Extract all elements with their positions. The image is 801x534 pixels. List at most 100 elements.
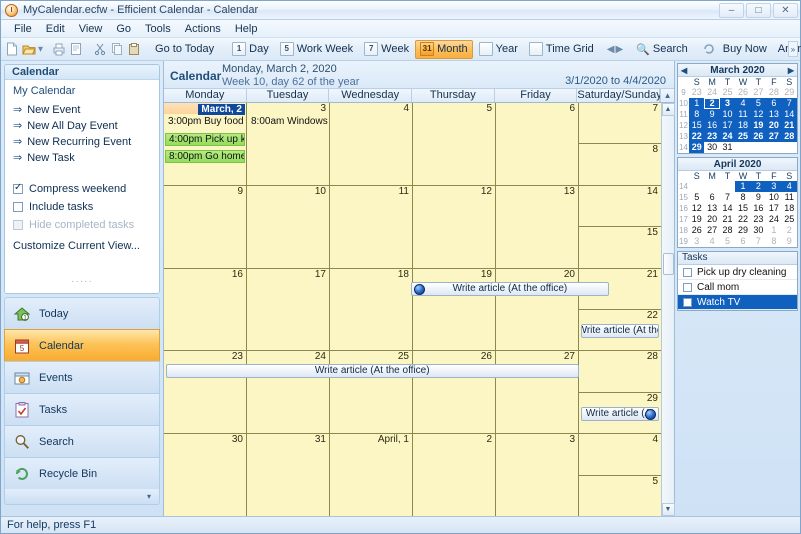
mini-calendar-day[interactable]: 30 — [704, 142, 719, 153]
day-cell-mar-9[interactable]: 9 — [164, 185, 247, 268]
sidebar-item-tasks[interactable]: Tasks — [4, 393, 160, 425]
view-work-week-button[interactable]: 5 Work Week — [275, 40, 358, 59]
mini-calendar-day[interactable]: 7 — [781, 98, 797, 109]
mini-calendar-day[interactable]: 28 — [766, 87, 781, 98]
open-file-button[interactable] — [21, 40, 37, 59]
mini-calendar-day[interactable]: 14 — [720, 203, 735, 214]
task-checkbox-icon[interactable] — [683, 297, 692, 307]
scroll-down-button[interactable]: ▼ — [661, 503, 675, 516]
mini-calendar-day[interactable]: 19 — [689, 214, 704, 225]
compress-weekend-checkbox[interactable]: Compress weekend — [11, 180, 153, 198]
header-scroll-up-icon[interactable]: ▲ — [660, 89, 675, 102]
mini-calendar-day[interactable]: 5 — [750, 98, 767, 109]
mini-calendar-day[interactable]: 16 — [704, 120, 720, 131]
column-header-wednesday[interactable]: Wednesday — [329, 89, 413, 102]
event-item[interactable]: 8:00am WindowsR — [248, 116, 328, 129]
mini-calendar-day[interactable]: 26 — [689, 225, 704, 236]
task-list-item[interactable]: Call mom — [678, 280, 797, 295]
mini-calendar-day[interactable]: 4 — [781, 181, 797, 192]
day-cell-mar-2[interactable]: March, 2 3:00pm Buy food i 4:00pm Pick u… — [164, 103, 247, 185]
mini-calendar-day[interactable]: 26 — [750, 131, 767, 142]
day-cell-mar-10[interactable]: 10 — [247, 185, 330, 268]
mini-calendar-day[interactable]: 29 — [735, 225, 750, 236]
mini-calendar-prev-button[interactable]: ◀ — [681, 66, 687, 75]
mini-calendar-day[interactable]: 3 — [719, 98, 736, 109]
mini-calendar-day[interactable]: 24 — [766, 214, 781, 225]
day-cell-apr-4[interactable]: 4 — [579, 434, 661, 476]
print-preview-button[interactable] — [68, 40, 84, 59]
close-button[interactable]: ✕ — [773, 2, 798, 18]
mini-calendar-day[interactable]: 12 — [750, 109, 767, 120]
cut-button[interactable] — [92, 40, 108, 59]
menu-help[interactable]: Help — [228, 22, 265, 36]
mini-calendar-day[interactable]: 18 — [782, 203, 797, 214]
minimize-button[interactable]: – — [719, 2, 744, 18]
mini-calendar-day[interactable]: 20 — [704, 214, 719, 225]
mini-calendar-day[interactable]: 13 — [704, 203, 719, 214]
mini-calendar-day[interactable]: 25 — [782, 214, 797, 225]
include-tasks-checkbox[interactable]: Include tasks — [11, 198, 153, 216]
mini-calendar-day[interactable]: 30 — [751, 225, 766, 236]
mini-calendar-day[interactable]: 10 — [719, 109, 736, 120]
sidebar-item-events[interactable]: Events — [4, 361, 160, 393]
day-cell-apr-3[interactable]: 3 — [496, 434, 579, 516]
day-cell-mar-30[interactable]: 30 — [164, 434, 247, 516]
new-task-link[interactable]: ⇒ New Task — [11, 150, 153, 166]
menu-file[interactable]: File — [7, 22, 39, 36]
column-header-friday[interactable]: Friday — [495, 89, 578, 102]
day-cell-mar-16[interactable]: 16 — [164, 268, 247, 351]
open-dropdown-arrow[interactable]: ▾ — [38, 40, 43, 59]
mini-calendar-day[interactable]: 5 — [720, 236, 735, 247]
scroll-up-button[interactable]: ▲ — [661, 103, 675, 116]
mini-calendar-day[interactable]: 25 — [735, 131, 751, 142]
day-cell-mar-15[interactable]: 15 — [579, 227, 661, 268]
event-span-item[interactable]: Write article (At the — [581, 324, 659, 338]
print-button[interactable] — [51, 40, 67, 59]
task-checkbox-icon[interactable] — [683, 282, 692, 292]
buy-now-button[interactable]: Buy Now — [718, 40, 772, 59]
mini-calendar-day[interactable]: 28 — [781, 131, 797, 142]
mini-calendar-day[interactable]: 3 — [689, 236, 704, 247]
day-cell-mar-22[interactable]: 22 Write article (At the — [579, 310, 661, 351]
next-period-button[interactable]: ▶ — [615, 40, 623, 59]
mini-calendar-day[interactable]: 8 — [689, 109, 705, 120]
mini-calendar-day[interactable]: 1 — [689, 98, 705, 109]
column-header-tuesday[interactable]: Tuesday — [247, 89, 330, 102]
mini-calendar-day[interactable]: 18 — [735, 120, 751, 131]
maximize-button[interactable]: □ — [746, 2, 771, 18]
menu-view[interactable]: View — [72, 22, 110, 36]
previous-period-button[interactable]: ◀ — [607, 40, 615, 59]
copy-button[interactable] — [109, 40, 125, 59]
event-item[interactable]: 8:00pm Go home — [165, 150, 245, 163]
mini-calendar-day[interactable]: 13 — [766, 109, 782, 120]
mini-calendar-day[interactable]: 9 — [704, 109, 720, 120]
mini-calendar-day[interactable]: 22 — [689, 131, 705, 142]
new-event-link[interactable]: ⇒ New Event — [11, 102, 153, 118]
view-month-button[interactable]: 31 Month — [415, 39, 473, 59]
mini-calendar-day[interactable]: 2 — [782, 225, 797, 236]
mini-calendar-day[interactable]: 31 — [720, 142, 735, 153]
toolbar-overflow-button[interactable]: » — [788, 41, 798, 57]
customize-current-view-link[interactable]: Customize Current View... — [11, 234, 153, 254]
day-cell-mar-11[interactable]: 11 — [330, 185, 413, 268]
navigation-collapse-button[interactable]: ▾ — [4, 489, 160, 505]
day-cell-apr-5[interactable]: 5 — [579, 475, 661, 516]
day-cell-mar-19[interactable]: 19 — [413, 268, 496, 351]
day-cell-mar-14[interactable]: 14 — [579, 185, 661, 228]
menu-tools[interactable]: Tools — [138, 22, 178, 36]
event-span-item[interactable]: Write article (At — [581, 406, 659, 421]
view-time-grid-button[interactable]: Time Grid — [524, 40, 599, 59]
mini-calendar-day[interactable]: 4 — [704, 236, 719, 247]
search-button[interactable]: 🔍 Search — [631, 40, 693, 59]
task-list-item[interactable]: Watch TV — [678, 295, 797, 310]
mini-calendar-day[interactable]: 5 — [689, 192, 704, 203]
event-span-item[interactable]: Write article (At the office) — [410, 281, 610, 296]
mini-calendar-day[interactable]: 20 — [766, 120, 782, 131]
day-cell-mar-28[interactable]: 28 — [579, 351, 661, 393]
mini-calendar-day[interactable]: 15 — [735, 203, 750, 214]
mini-calendar-day[interactable]: 19 — [750, 120, 767, 131]
mini-calendar-day[interactable]: 9 — [751, 192, 766, 203]
mini-calendar-day[interactable]: 28 — [720, 225, 735, 236]
mini-calendar-day[interactable]: 8 — [766, 236, 781, 247]
day-cell-apr-2[interactable]: 2 — [413, 434, 496, 516]
